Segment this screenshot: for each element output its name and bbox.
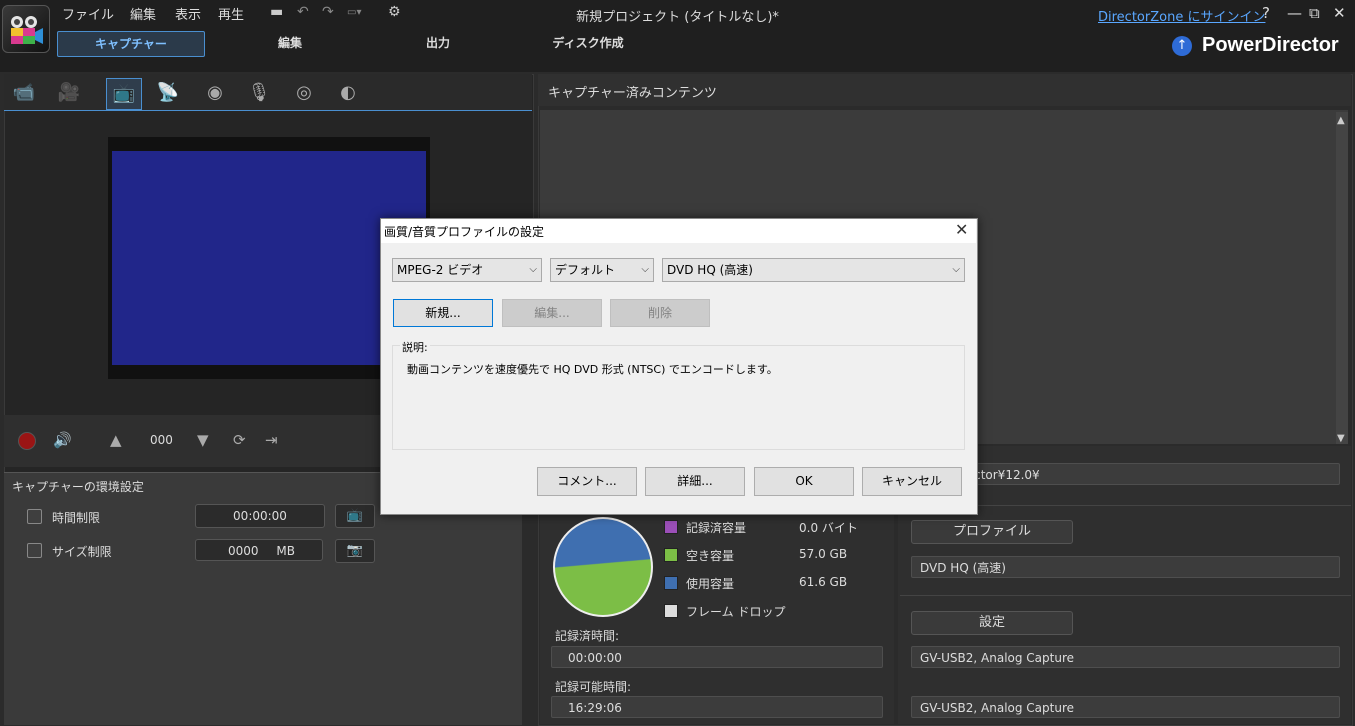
format-select[interactable]: MPEG-2 ビデオ ⌵	[392, 258, 542, 282]
size-limit-checkbox[interactable]	[27, 543, 42, 558]
cd-icon[interactable]: ◎	[287, 78, 321, 108]
dvd-icon[interactable]: ◐	[331, 78, 365, 108]
disk-usage-pie-chart	[553, 517, 653, 617]
audio-device-field: GV-USB2, Analog Capture	[911, 696, 1340, 718]
profile-select[interactable]: DVD HQ (高速) ⌵	[662, 258, 965, 282]
digital-tv-icon[interactable]: 📡	[151, 78, 185, 108]
profile-button[interactable]: プロファイル	[911, 520, 1073, 544]
profile-select-value: DVD HQ (高速)	[667, 263, 753, 277]
size-limit-unit: MB	[276, 544, 295, 558]
details-button[interactable]: 詳細...	[645, 467, 745, 496]
preset-select[interactable]: デフォルト ⌵	[550, 258, 654, 282]
time-limit-checkbox[interactable]	[27, 509, 42, 524]
cancel-button[interactable]: キャンセル	[862, 467, 962, 496]
snapshot-camera-icon[interactable]: 📷	[335, 539, 375, 563]
tab-edit[interactable]: 編集	[250, 31, 330, 55]
recorded-time-label: 記録済時間:	[555, 629, 620, 643]
legend-recorded-value: 0.0 バイト	[799, 521, 858, 535]
upgrade-arrow-icon[interactable]: ↑	[1172, 36, 1192, 56]
help-button[interactable]: ?	[1262, 4, 1270, 22]
video-preview-frame	[112, 151, 426, 365]
dialog-close-icon[interactable]: ✕	[955, 220, 968, 239]
settings-button[interactable]: 設定	[911, 611, 1073, 635]
tv-schedule-icon[interactable]: 📺	[335, 504, 375, 528]
legend-used-swatch	[664, 576, 678, 590]
size-limit-field[interactable]: 0000 MB	[195, 539, 323, 561]
size-limit-value: 0000	[228, 544, 259, 558]
available-time-field: 16:29:06	[551, 696, 883, 718]
legend-free-label: 空き容量	[686, 549, 735, 563]
capture-settings-title: キャプチャーの環境設定	[12, 480, 144, 494]
captured-content-scrollbar[interactable]	[1336, 112, 1348, 444]
channel-counter: 000	[150, 433, 173, 447]
size-limit-label: サイズ制限	[52, 545, 112, 559]
chevron-down-icon: ⌵	[952, 264, 960, 275]
video-device-field: GV-USB2, Analog Capture	[911, 646, 1340, 668]
available-time-label: 記録可能時間:	[555, 680, 632, 694]
recorded-time-field: 00:00:00	[551, 646, 883, 668]
comment-button[interactable]: コメント...	[537, 467, 637, 496]
format-select-value: MPEG-2 ビデオ	[397, 263, 484, 277]
profile-value-field: DVD HQ (高速)	[911, 556, 1340, 578]
channel-up-icon[interactable]: ▲	[110, 431, 122, 449]
legend-free-value: 57.0 GB	[799, 547, 848, 561]
scroll-down-icon[interactable]: ▼	[1337, 433, 1345, 444]
channel-down-icon[interactable]: ▼	[197, 431, 209, 449]
chevron-down-icon: ⌵	[641, 264, 649, 275]
legend-used-value: 61.6 GB	[799, 575, 848, 589]
close-button[interactable]: ✕	[1333, 4, 1346, 22]
divider	[900, 595, 1351, 596]
ok-button[interactable]: OK	[754, 467, 854, 496]
edit-profile-button[interactable]: 編集...	[502, 299, 602, 327]
legend-recorded-label: 記録済容量	[686, 521, 747, 535]
maximize-button[interactable]: ⧉	[1309, 4, 1320, 22]
record-button[interactable]	[18, 432, 36, 450]
legend-recorded-swatch	[664, 520, 678, 534]
directorzone-signin-link[interactable]: DirectorZone にサインイン	[1098, 6, 1265, 25]
dialog-title: 画質/音質プロファイルの設定	[384, 225, 545, 239]
legend-framedrop-swatch	[664, 604, 678, 618]
tab-capture[interactable]: キャプチャー	[57, 31, 205, 57]
time-limit-label: 時間制限	[52, 511, 101, 525]
volume-icon[interactable]: 🔊	[53, 431, 72, 449]
captured-content-title: キャプチャー済みコンテンツ	[548, 86, 717, 101]
legend-free-swatch	[664, 548, 678, 562]
input-source-icon[interactable]: ⇥	[265, 431, 278, 449]
camcorder-icon[interactable]: 📹	[7, 78, 41, 108]
preset-select-value: デフォルト	[555, 263, 616, 277]
refresh-icon[interactable]: ⟳	[233, 431, 246, 449]
legend-used-label: 使用容量	[686, 577, 735, 591]
minimize-button[interactable]: —	[1287, 4, 1302, 22]
brand-name: PowerDirector	[1202, 34, 1339, 56]
hdv-camera-icon[interactable]: 🎥	[52, 78, 86, 108]
tab-disc[interactable]: ディスク作成	[540, 31, 636, 55]
time-limit-field[interactable]: 00:00:00	[195, 504, 325, 528]
new-profile-button[interactable]: 新規...	[393, 299, 493, 327]
scroll-up-icon[interactable]: ▲	[1337, 115, 1345, 126]
delete-profile-button[interactable]: 削除	[610, 299, 710, 327]
legend-framedrop-label: フレーム ドロップ	[686, 605, 786, 619]
tab-output[interactable]: 出力	[398, 31, 478, 55]
tv-icon[interactable]: 📺	[106, 78, 142, 110]
description-text: 動画コンテンツを速度優先で HQ DVD 形式 (NTSC) でエンコードします…	[407, 363, 778, 376]
microphone-icon[interactable]: 🎙	[242, 78, 276, 108]
chevron-down-icon: ⌵	[529, 264, 537, 275]
description-label: 説明:	[400, 339, 430, 355]
webcam-icon[interactable]: ◉	[198, 78, 232, 108]
